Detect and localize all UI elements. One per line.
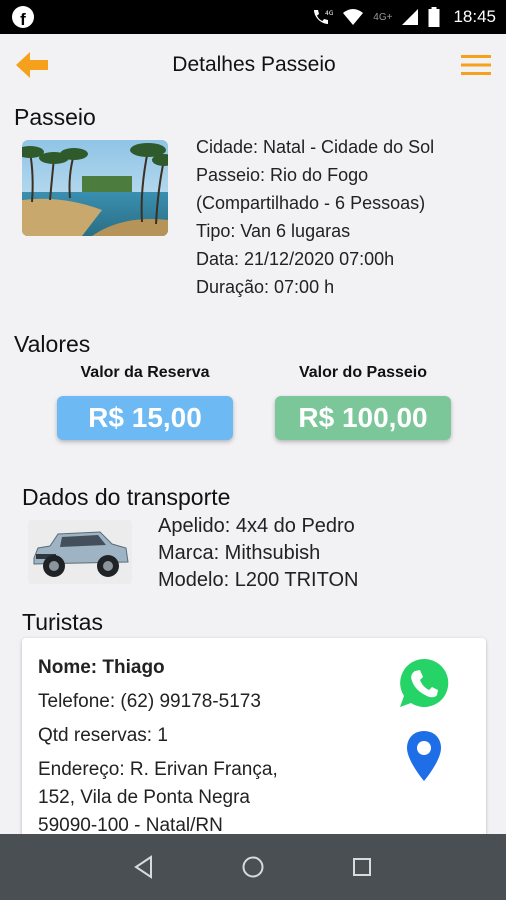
signal-icon — [402, 9, 419, 25]
status-bar: f 4G 4G+ 18:45 — [0, 0, 506, 34]
hamburger-menu-icon — [461, 55, 491, 75]
tour-date: Data: 21/12/2020 07:00h — [196, 249, 395, 269]
network-label: 4G+ — [373, 11, 393, 23]
nav-back-button[interactable] — [124, 847, 164, 887]
whatsapp-button[interactable] — [397, 656, 451, 710]
location-button[interactable] — [406, 730, 442, 782]
tourist-phone: Telefone: (62) 99178-5173 — [38, 691, 261, 712]
facebook-icon: f — [12, 6, 34, 28]
tourist-address-line-1: Endereço: R. Erivan França, — [38, 759, 278, 780]
whatsapp-icon — [400, 658, 449, 707]
tourist-address-line-2: 152, Vila de Ponta Negra — [38, 787, 250, 808]
nav-home-button[interactable] — [233, 847, 273, 887]
page-title: Detalhes Passeio — [172, 53, 336, 76]
tour-city: Cidade: Natal - Cidade do Sol — [196, 137, 435, 157]
reserva-label: Valor da Reserva — [80, 364, 210, 381]
wifi-icon — [343, 9, 364, 25]
tour-photo — [22, 140, 168, 236]
transport-nickname: Apelido: 4x4 do Pedro — [158, 515, 355, 537]
transport-brand: Marca: Mithsubish — [158, 542, 321, 564]
triangle-back-icon — [134, 855, 153, 879]
tour-duration: Duração: 07:00 h — [196, 277, 335, 297]
svg-text:4G: 4G — [325, 10, 333, 17]
tour-sharing: (Compartilhado - 6 Pessoas) — [196, 193, 426, 213]
car-photo — [28, 520, 132, 584]
circle-home-icon — [242, 856, 264, 878]
transporte-section-title: Dados do transporte — [22, 484, 231, 510]
transport-model: Modelo: L200 TRITON — [158, 569, 359, 591]
tourist-reservations: Qtd reservas: 1 — [38, 725, 168, 746]
tour-name: Passeio: Rio do Fogo — [196, 165, 369, 185]
passeio-label: Valor do Passeio — [298, 364, 428, 381]
location-pin-icon — [407, 731, 441, 781]
tour-type: Tipo: Van 6 lugaras — [196, 221, 351, 241]
tourist-card: Nome: Thiago Telefone: (62) 99178-5173 Q… — [22, 638, 486, 858]
square-recents-icon — [352, 858, 371, 876]
nav-recents-button[interactable] — [342, 847, 382, 887]
app-header: Detalhes Passeio — [0, 34, 506, 96]
system-nav-bar — [0, 834, 506, 900]
tourist-name: Nome: Thiago — [38, 657, 165, 678]
valores-section-title: Valores — [14, 331, 91, 357]
phone-wifi-icon: 4G — [314, 10, 333, 24]
arrow-left-icon — [16, 52, 48, 78]
passeio-section-title: Passeio — [14, 104, 96, 130]
reserva-value: R$ 15,00 — [57, 396, 233, 440]
turistas-section-title: Turistas — [22, 609, 103, 635]
menu-button[interactable] — [458, 47, 494, 83]
battery-icon — [428, 7, 440, 27]
status-time: 18:45 — [453, 7, 496, 26]
transport-info: Apelido: 4x4 do Pedro Marca: Mithsubish … — [158, 513, 358, 594]
back-button[interactable] — [14, 47, 50, 83]
passeio-value: R$ 100,00 — [275, 396, 451, 440]
tour-info: Cidade: Natal - Cidade do Sol Passeio: R… — [196, 133, 496, 301]
